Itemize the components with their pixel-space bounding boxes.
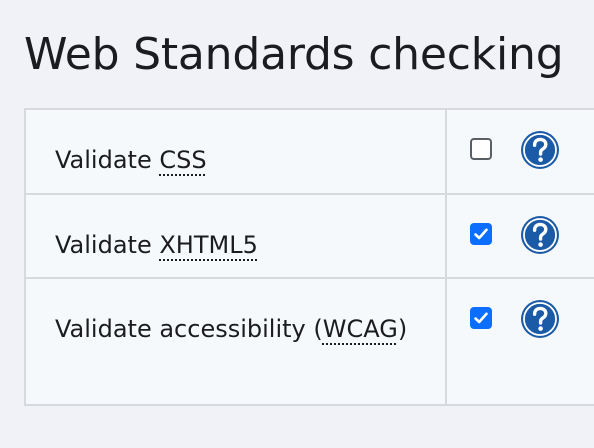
setting-controls	[447, 195, 594, 277]
setting-label: Validate accessibility (WCAG)	[26, 279, 447, 404]
help-icon[interactable]	[519, 129, 561, 171]
validate-accessibility-checkbox[interactable]	[470, 307, 492, 329]
setting-controls	[447, 110, 594, 193]
abbreviation: CSS	[159, 146, 207, 174]
help-icon[interactable]	[519, 214, 561, 256]
help-icon[interactable]	[519, 298, 561, 340]
web-standards-settings-table: Validate CSS Validate XHTML5 Validate ac…	[24, 108, 594, 406]
validate-xhtml5-checkbox[interactable]	[470, 223, 492, 245]
setting-label: Validate XHTML5	[26, 195, 447, 277]
validate-css-checkbox[interactable]	[470, 138, 492, 160]
setting-row-validate-css: Validate CSS	[26, 110, 594, 195]
page-title: Web Standards checking	[24, 29, 564, 80]
setting-row-validate-accessibility: Validate accessibility (WCAG)	[26, 279, 594, 406]
setting-label: Validate CSS	[26, 110, 447, 193]
abbreviation: XHTML5	[159, 231, 258, 259]
abbreviation: WCAG	[322, 315, 398, 343]
setting-controls	[447, 279, 594, 404]
setting-row-validate-xhtml5: Validate XHTML5	[26, 195, 594, 279]
